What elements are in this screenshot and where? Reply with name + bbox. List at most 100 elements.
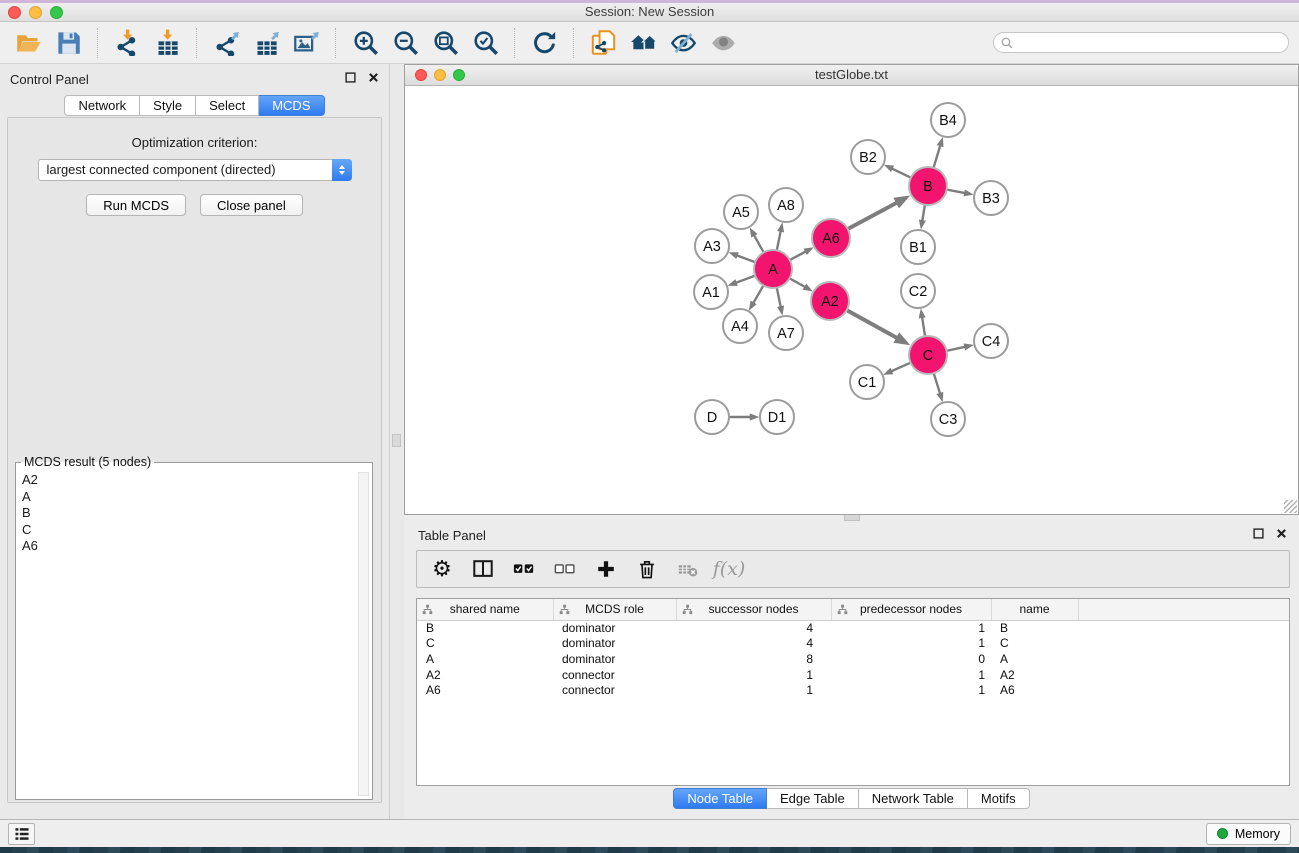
edge-C-C4[interactable] xyxy=(947,347,965,351)
home-view-button[interactable] xyxy=(625,26,661,60)
node-C[interactable]: C xyxy=(909,336,947,374)
save-session-button[interactable] xyxy=(50,26,86,60)
tab-select[interactable]: Select xyxy=(196,95,259,116)
tab-node-table[interactable]: Node Table xyxy=(673,788,767,809)
cell-predecessor-nodes[interactable]: 1 xyxy=(831,682,991,698)
column-header-successor-nodes[interactable]: successor nodes xyxy=(676,599,831,620)
edge-C-C2[interactable] xyxy=(922,317,925,336)
result-item[interactable]: A6 xyxy=(19,538,357,555)
node-A7[interactable]: A7 xyxy=(769,316,803,350)
result-item[interactable]: C xyxy=(19,522,357,539)
criterion-dropdown[interactable]: largest connected component (directed) xyxy=(38,159,352,181)
close-window-button[interactable] xyxy=(8,6,21,19)
cell-name[interactable]: A xyxy=(991,651,1078,667)
cell-shared-name[interactable]: A6 xyxy=(417,682,553,698)
open-session-button[interactable] xyxy=(10,26,46,60)
edge-A-A4[interactable] xyxy=(753,285,763,303)
node-A[interactable]: A xyxy=(754,250,792,288)
cell-successor-nodes[interactable]: 4 xyxy=(676,636,831,652)
edge-A6-B[interactable] xyxy=(848,203,897,229)
result-item[interactable]: B xyxy=(19,505,357,522)
node-D[interactable]: D xyxy=(695,400,729,434)
network-minimize-button[interactable] xyxy=(434,69,446,81)
cell-successor-nodes[interactable]: 1 xyxy=(676,682,831,698)
network-window-titlebar[interactable]: testGlobe.txt xyxy=(405,65,1298,86)
node-A1[interactable]: A1 xyxy=(694,275,728,309)
run-mcds-button[interactable]: Run MCDS xyxy=(86,194,186,216)
tab-motifs[interactable]: Motifs xyxy=(968,788,1030,809)
cell-MCDS-role[interactable]: dominator xyxy=(553,620,676,636)
node-B2[interactable]: B2 xyxy=(851,140,885,174)
cell-successor-nodes[interactable]: 8 xyxy=(676,651,831,667)
close-panel-button[interactable]: Close panel xyxy=(200,194,303,216)
cell-MCDS-role[interactable]: connector xyxy=(553,667,676,683)
result-item[interactable]: A xyxy=(19,489,357,506)
vertical-splitter[interactable] xyxy=(390,64,404,819)
import-network-button[interactable] xyxy=(109,26,145,60)
cell-name[interactable]: B xyxy=(991,620,1078,636)
deselect-all-rows-button[interactable] xyxy=(552,555,578,583)
table-row[interactable]: Cdominator41C xyxy=(417,636,1289,652)
zoom-fit-button[interactable] xyxy=(427,26,463,60)
edge-A-A2[interactable] xyxy=(790,278,805,287)
network-graph[interactable]: B4B2BB3A5A8A6A3B1AA1C2A2A4A7C4CC1C3DD1 xyxy=(405,86,1298,514)
node-C2[interactable]: C2 xyxy=(901,274,935,308)
cell-successor-nodes[interactable]: 4 xyxy=(676,620,831,636)
export-image-button[interactable] xyxy=(288,26,324,60)
tab-network-table[interactable]: Network Table xyxy=(859,788,968,809)
node-B3[interactable]: B3 xyxy=(974,181,1008,215)
mcds-result-list[interactable]: A2ABCA6 xyxy=(19,472,357,796)
add-column-button[interactable] xyxy=(593,555,619,583)
node-B1[interactable]: B1 xyxy=(901,230,935,264)
column-visibility-button[interactable] xyxy=(470,555,496,583)
node-A2[interactable]: A2 xyxy=(811,282,849,320)
network-zoom-button[interactable] xyxy=(453,69,465,81)
tab-edge-table[interactable]: Edge Table xyxy=(767,788,859,809)
column-header-MCDS-role[interactable]: MCDS role xyxy=(553,599,676,620)
cell-predecessor-nodes[interactable]: 1 xyxy=(831,636,991,652)
search-input[interactable] xyxy=(1018,34,1280,51)
cell-predecessor-nodes[interactable]: 1 xyxy=(831,620,991,636)
splitter-handle[interactable] xyxy=(844,515,860,521)
node-B[interactable]: B xyxy=(909,167,947,205)
cell-name[interactable]: C xyxy=(991,636,1078,652)
toggle-graphics-details-button[interactable] xyxy=(665,26,701,60)
cell-name[interactable]: A2 xyxy=(991,667,1078,683)
edge-B-B2[interactable] xyxy=(892,169,911,178)
cell-MCDS-role[interactable]: dominator xyxy=(553,651,676,667)
edge-A-A3[interactable] xyxy=(737,255,755,262)
cell-predecessor-nodes[interactable]: 1 xyxy=(831,667,991,683)
node-C1[interactable]: C1 xyxy=(850,365,884,399)
node-A5[interactable]: A5 xyxy=(724,195,758,229)
edge-A-A7[interactable] xyxy=(777,288,781,307)
zoom-selected-button[interactable] xyxy=(467,26,503,60)
cell-shared-name[interactable]: B xyxy=(417,620,553,636)
result-scrollbar[interactable] xyxy=(358,472,369,796)
edge-C-C3[interactable] xyxy=(934,373,940,393)
node-A3[interactable]: A3 xyxy=(695,229,729,263)
minimize-window-button[interactable] xyxy=(29,6,42,19)
node-A6[interactable]: A6 xyxy=(812,219,850,257)
tab-style[interactable]: Style xyxy=(140,95,196,116)
delete-column-button[interactable] xyxy=(634,555,660,583)
horizontal-splitter[interactable] xyxy=(404,515,1299,522)
node-A8[interactable]: A8 xyxy=(769,188,803,222)
edge-A-A8[interactable] xyxy=(777,231,781,250)
close-panel-icon[interactable] xyxy=(368,72,379,83)
memory-button[interactable]: Memory xyxy=(1206,823,1291,845)
table-row[interactable]: Bdominator41B xyxy=(417,620,1289,636)
cell-shared-name[interactable]: A2 xyxy=(417,667,553,683)
node-D1[interactable]: D1 xyxy=(760,400,794,434)
zoom-window-button[interactable] xyxy=(50,6,63,19)
table-settings-button[interactable]: ⚙ xyxy=(429,555,455,583)
result-item[interactable]: A2 xyxy=(19,472,357,489)
resize-grip[interactable] xyxy=(1284,500,1297,513)
select-all-rows-button[interactable] xyxy=(511,555,537,583)
export-network-button[interactable] xyxy=(208,26,244,60)
network-close-button[interactable] xyxy=(415,69,427,81)
table-row[interactable]: A6connector11A6 xyxy=(417,682,1289,698)
table-row[interactable]: A2connector11A2 xyxy=(417,667,1289,683)
node-C3[interactable]: C3 xyxy=(931,402,965,436)
node-A4[interactable]: A4 xyxy=(723,309,757,343)
edge-B-B3[interactable] xyxy=(947,190,965,193)
